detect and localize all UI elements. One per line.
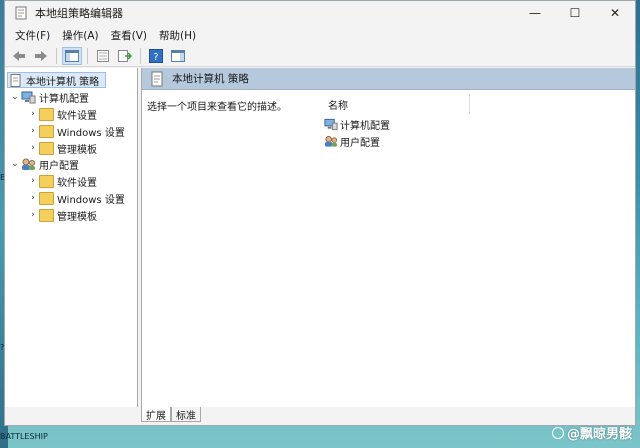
- svg-text:?: ?: [153, 52, 158, 63]
- menu-view[interactable]: 查看(V): [105, 28, 153, 43]
- details-title: 本地计算机 策略: [172, 73, 249, 85]
- tree-item-windows-settings[interactable]: › Windows 设置: [27, 123, 125, 139]
- show-hide-tree-icon: [65, 49, 79, 62]
- computer-icon: [21, 91, 36, 103]
- folder-icon: [39, 208, 54, 222]
- help-icon: ?: [149, 48, 163, 63]
- window-title: 本地组策略编辑器: [35, 7, 123, 20]
- chevron-right-icon[interactable]: ›: [27, 193, 39, 203]
- chevron-right-icon[interactable]: ›: [27, 109, 39, 119]
- chevron-right-icon[interactable]: ›: [27, 143, 39, 153]
- forward-icon: [35, 50, 47, 61]
- desktop-label: BATTLESHIP: [0, 432, 48, 441]
- tree-item-software-settings[interactable]: › 软件设置: [27, 173, 97, 189]
- menu-action[interactable]: 操作(A): [56, 28, 104, 43]
- tree-item-root[interactable]: 本地计算机 策略: [7, 72, 106, 88]
- show-hide-action-pane-button[interactable]: [168, 47, 188, 65]
- back-button[interactable]: [9, 47, 29, 65]
- tree-label: Windows 设置: [57, 194, 125, 206]
- chevron-right-icon[interactable]: ›: [27, 126, 39, 136]
- properties-icon: [97, 49, 109, 62]
- tree-item-windows-settings[interactable]: › Windows 设置: [27, 190, 125, 206]
- tree-pane[interactable]: 本地计算机 策略 ⌄ 计算机配置 › 软件设置 › Windows 设置 › 管…: [5, 68, 138, 407]
- properties-button[interactable]: [93, 47, 113, 65]
- chevron-down-icon[interactable]: ⌄: [9, 159, 21, 169]
- title-bar: 本地组策略编辑器 — ☐ ✕: [5, 1, 635, 25]
- column-header-name[interactable]: 名称: [320, 94, 470, 114]
- show-hide-tree-button[interactable]: [62, 46, 82, 65]
- folder-icon: [39, 141, 54, 155]
- forward-button[interactable]: [31, 47, 51, 65]
- watermark: @飘晾男骸: [551, 423, 632, 442]
- tab-standard[interactable]: 标准: [171, 407, 201, 422]
- tree-item-user-config[interactable]: ⌄ 用户配置: [9, 156, 79, 172]
- folder-icon: [39, 191, 54, 205]
- computer-icon: [324, 118, 338, 130]
- tree-label: Windows 设置: [57, 127, 125, 139]
- chevron-down-icon[interactable]: ⌄: [9, 92, 21, 102]
- tree-item-admin-templates[interactable]: › 管理模板: [27, 140, 97, 156]
- toolbar-separator: [140, 47, 141, 64]
- show-hide-action-pane-icon: [171, 49, 185, 62]
- tree-label: 软件设置: [57, 177, 97, 189]
- back-icon: [13, 50, 25, 61]
- watermark-text: @飘晾男骸: [566, 427, 632, 442]
- chevron-right-icon[interactable]: ›: [27, 176, 39, 186]
- main-area: 本地计算机 策略 ⌄ 计算机配置 › 软件设置 › Windows 设置 › 管…: [5, 68, 635, 407]
- maximize-button[interactable]: ☐: [555, 1, 595, 25]
- tree-label: 计算机配置: [39, 93, 89, 105]
- toolbar-separator: [87, 47, 88, 64]
- gpedit-app-icon: [15, 6, 27, 20]
- policy-document-icon: [10, 73, 21, 87]
- chevron-right-icon[interactable]: ›: [27, 210, 39, 220]
- minimize-button[interactable]: —: [515, 1, 555, 25]
- list-item-computer-config[interactable]: 计算机配置: [324, 116, 390, 132]
- list-item-user-config[interactable]: 用户配置: [324, 133, 380, 149]
- menu-bar: 文件(F) 操作(A) 查看(V) 帮助(H): [5, 25, 635, 45]
- menu-help[interactable]: 帮助(H): [153, 28, 202, 43]
- view-tabs: 扩展 标准: [141, 407, 201, 423]
- help-button[interactable]: ?: [146, 47, 166, 65]
- tab-extended[interactable]: 扩展: [141, 407, 171, 422]
- toolbar-separator: [56, 47, 57, 64]
- tree-label: 用户配置: [39, 160, 79, 172]
- list-item-label: 计算机配置: [340, 120, 390, 132]
- gpedit-window: 本地组策略编辑器 — ☐ ✕ 文件(F) 操作(A) 查看(V) 帮助(H) ?: [4, 0, 636, 426]
- toolbar: ?: [5, 45, 635, 67]
- folder-icon: [39, 107, 54, 121]
- details-header: 本地计算机 策略: [142, 68, 635, 90]
- tree-item-software-settings[interactable]: › 软件设置: [27, 106, 97, 122]
- tree-item-admin-templates[interactable]: › 管理模板: [27, 207, 97, 223]
- details-pane: 本地计算机 策略 选择一个项目来查看它的描述。 名称 计算机配置 用户配置: [141, 68, 635, 407]
- close-button[interactable]: ✕: [595, 1, 635, 25]
- export-list-icon: [118, 49, 132, 62]
- export-list-button[interactable]: [115, 47, 135, 65]
- tree-label: 管理模板: [57, 211, 97, 223]
- description-text: 选择一个项目来查看它的描述。: [147, 102, 287, 113]
- tree-label: 软件设置: [57, 110, 97, 122]
- policy-document-icon: [151, 71, 163, 86]
- folder-icon: [39, 174, 54, 188]
- tree-item-computer-config[interactable]: ⌄ 计算机配置: [9, 89, 89, 105]
- users-icon: [324, 135, 338, 147]
- menu-file[interactable]: 文件(F): [9, 28, 56, 43]
- users-icon: [22, 158, 35, 170]
- tree-label: 本地计算机 策略: [26, 76, 100, 88]
- watermark-logo-icon: [551, 426, 564, 439]
- tree-label: 管理模板: [57, 144, 97, 156]
- folder-icon: [39, 124, 54, 138]
- list-item-label: 用户配置: [340, 137, 380, 149]
